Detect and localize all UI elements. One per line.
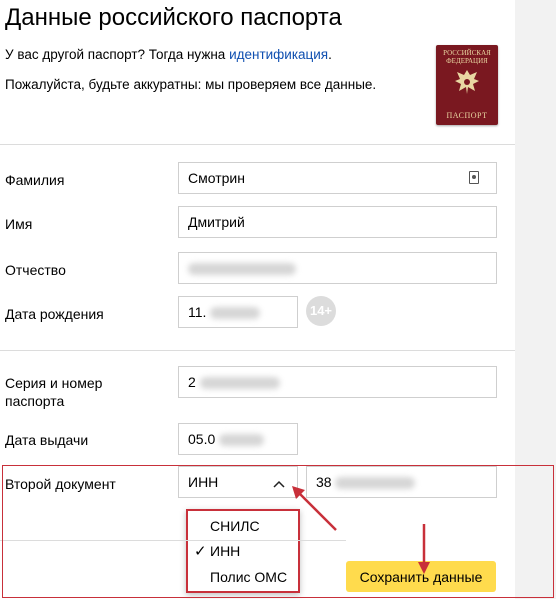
annotation-arrows	[292, 486, 430, 574]
